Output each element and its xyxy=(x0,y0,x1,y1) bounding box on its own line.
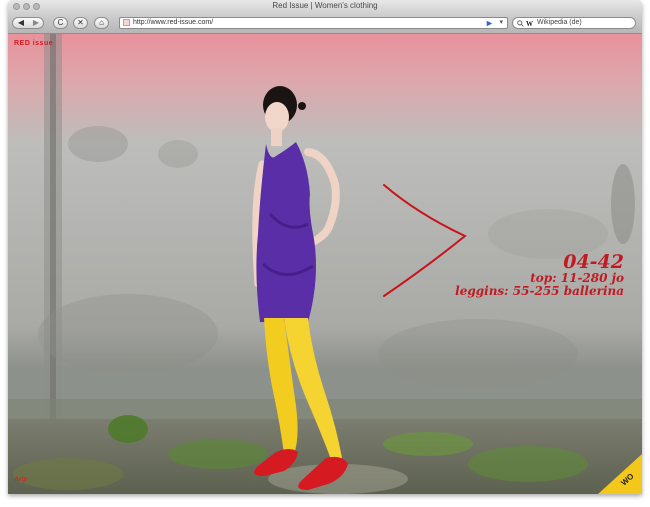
home-icon: ⌂ xyxy=(99,18,104,27)
window-title: Red Issue | Women's clothing xyxy=(272,1,378,10)
product-info: 04-42 top: 11-280 jo leggins: 55-255 bal… xyxy=(455,252,624,298)
address-bar[interactable]: http://www.red-issue.com/ ▾ xyxy=(119,17,508,29)
search-icon xyxy=(517,20,524,31)
page-content: RED issue 04-42 top: 11-280 jo leggins: … xyxy=(8,34,642,494)
search-field[interactable]: W Wikipedia (de) xyxy=(512,17,636,29)
forward-arrow-icon[interactable]: ▶ xyxy=(29,18,43,28)
search-value: Wikipedia (de) xyxy=(537,19,582,26)
rss-icon[interactable] xyxy=(486,20,493,31)
stop-icon: ✕ xyxy=(77,18,84,27)
site-favicon-icon xyxy=(123,19,130,26)
browser-window: Red Issue | Women's clothing ◀ ▶ C ✕ ⌂ h… xyxy=(8,0,642,494)
search-engine-icon: W xyxy=(526,20,533,28)
home-button[interactable]: ⌂ xyxy=(94,17,109,29)
corner-badge[interactable]: WO xyxy=(598,454,642,494)
title-bar: Red Issue | Women's clothing xyxy=(8,0,642,14)
toolbar: ◀ ▶ C ✕ ⌂ http://www.red-issue.com/ ▾ W … xyxy=(8,14,642,34)
leggings-details[interactable]: leggins: 55-255 ballerina xyxy=(455,285,624,298)
reload-button[interactable]: C xyxy=(53,17,68,29)
reload-icon: C xyxy=(57,18,64,27)
history-dropdown-icon[interactable]: ▾ xyxy=(499,18,503,28)
product-code: 04-42 xyxy=(563,251,624,273)
back-arrow-icon[interactable]: ◀ xyxy=(14,18,28,28)
url-text: http://www.red-issue.com/ xyxy=(133,19,214,26)
site-logo[interactable]: RED issue xyxy=(14,40,53,47)
stop-button[interactable]: ✕ xyxy=(73,17,88,29)
help-link[interactable]: help xyxy=(15,475,27,483)
back-forward-segment: ◀ ▶ xyxy=(12,17,44,29)
